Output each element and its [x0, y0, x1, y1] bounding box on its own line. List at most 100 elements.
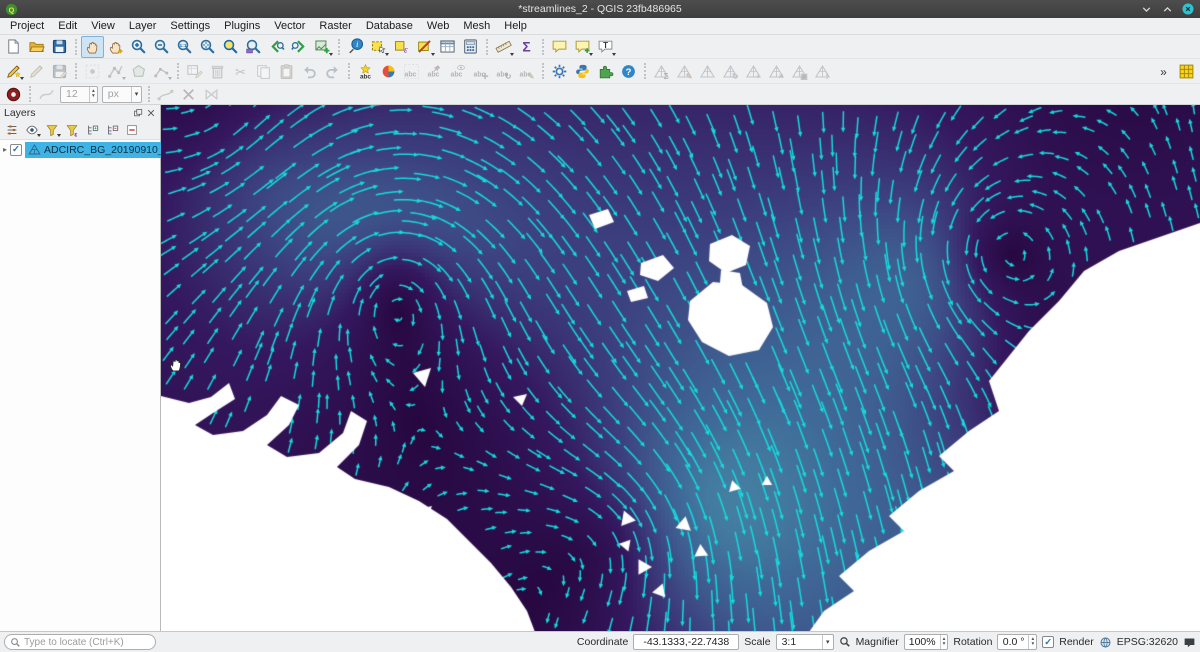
minimize-button[interactable]: [1139, 2, 1153, 16]
zoom-in-button[interactable]: [127, 36, 150, 58]
redo-button[interactable]: [321, 60, 344, 82]
rotation-spin-arrows[interactable]: [1028, 635, 1036, 649]
open-layer-styling-button[interactable]: [2, 122, 21, 139]
open-project-button[interactable]: [25, 36, 48, 58]
digitize-line-button[interactable]: [104, 60, 127, 82]
layer-diagram-button[interactable]: [377, 60, 400, 82]
new-project-button[interactable]: [2, 36, 25, 58]
rotation-spinbox[interactable]: 0.0 °: [997, 634, 1037, 650]
current-edits-button[interactable]: [2, 60, 25, 82]
mesh-reindex-button[interactable]: ✎: [673, 60, 696, 82]
select-features-button[interactable]: [367, 36, 390, 58]
toolbar-extension-button[interactable]: »: [1152, 60, 1175, 82]
layer-visibility-checkbox[interactable]: [10, 144, 22, 156]
filter-by-expression-button[interactable]: ε: [62, 122, 81, 139]
mesh-digitizing-toggle-button[interactable]: [1175, 60, 1198, 82]
new-annotation-button[interactable]: [571, 36, 594, 58]
pin-labels-button[interactable]: abc: [423, 60, 446, 82]
close-button[interactable]: [1181, 2, 1195, 16]
show-hide-labels-button[interactable]: abc: [446, 60, 469, 82]
zoom-to-layer-button[interactable]: [242, 36, 265, 58]
digitize-curve-button[interactable]: [154, 85, 177, 104]
processing-toolbox-button[interactable]: [548, 60, 571, 82]
undock-panel-icon[interactable]: [133, 108, 143, 118]
qgis-help-button[interactable]: ?: [617, 60, 640, 82]
vertex-tool-button[interactable]: [150, 60, 173, 82]
mesh-edit-button[interactable]: [696, 60, 719, 82]
zoom-next-button[interactable]: [288, 36, 311, 58]
plugin-manager-button[interactable]: [594, 60, 617, 82]
menu-settings[interactable]: Settings: [163, 19, 217, 33]
move-label-button[interactable]: abc✛: [469, 60, 492, 82]
expand-all-button[interactable]: [82, 122, 101, 139]
mesh-calculator-button[interactable]: Σ: [650, 60, 673, 82]
menu-plugins[interactable]: Plugins: [217, 19, 267, 33]
cut-features-button[interactable]: ✂: [229, 60, 252, 82]
zoom-full-button[interactable]: [196, 36, 219, 58]
crs-status[interactable]: EPSG:32620: [1117, 636, 1178, 648]
menu-database[interactable]: Database: [359, 19, 420, 33]
save-project-button[interactable]: [48, 36, 71, 58]
menu-help[interactable]: Help: [497, 19, 534, 33]
mesh-transform-button[interactable]: ↻: [719, 60, 742, 82]
font-unit-combobox[interactable]: px: [102, 86, 143, 103]
paste-features-button[interactable]: [275, 60, 298, 82]
menu-view[interactable]: View: [84, 19, 122, 33]
delete-selected-button[interactable]: [206, 60, 229, 82]
rotate-label-button[interactable]: abc↻: [492, 60, 515, 82]
scale-dropdown-icon[interactable]: [822, 635, 833, 649]
modify-attributes-button[interactable]: [183, 60, 206, 82]
statistical-summary-button[interactable]: Σ: [515, 36, 538, 58]
identify-features-button[interactable]: i: [344, 36, 367, 58]
menu-web[interactable]: Web: [420, 19, 456, 33]
zoom-to-selection-button[interactable]: [219, 36, 242, 58]
digitize-bowtie-button[interactable]: [200, 85, 223, 104]
magnifier-spin-arrows[interactable]: [940, 635, 948, 649]
metasearch-button[interactable]: [2, 85, 25, 104]
pan-to-selection-button[interactable]: [104, 36, 127, 58]
font-unit-dropdown-icon[interactable]: [131, 87, 142, 102]
font-size-spinbox[interactable]: 12: [60, 86, 98, 103]
layer-item[interactable]: ADCIRC_BG_20190910_1t: [0, 141, 160, 158]
zoom-native-button[interactable]: 1:1: [173, 36, 196, 58]
digitize-polygon-button[interactable]: [127, 60, 150, 82]
manage-map-themes-button[interactable]: [22, 122, 41, 139]
locate-input[interactable]: [24, 637, 150, 648]
maximize-button[interactable]: [1160, 2, 1174, 16]
mesh-select-button[interactable]: ▣: [788, 60, 811, 82]
collapse-all-button[interactable]: [102, 122, 121, 139]
expand-arrow-icon[interactable]: [3, 141, 7, 158]
deselect-features-button[interactable]: [413, 36, 436, 58]
measure-line-button[interactable]: [492, 36, 515, 58]
close-panel-icon[interactable]: [146, 108, 156, 118]
map-tips-button[interactable]: [548, 36, 571, 58]
digitize-remove-button[interactable]: [177, 85, 200, 104]
pan-map-button[interactable]: [81, 36, 104, 58]
zoom-out-button[interactable]: [150, 36, 173, 58]
digitize-point-button[interactable]: [81, 60, 104, 82]
layer-labeling-button[interactable]: abc: [354, 60, 377, 82]
undo-button[interactable]: [298, 60, 321, 82]
label-preview-button[interactable]: [35, 85, 58, 104]
text-annotation-button[interactable]: T: [594, 36, 617, 58]
scale-combo[interactable]: 3:1: [776, 634, 834, 650]
locate-search[interactable]: [4, 634, 156, 650]
python-console-button[interactable]: [571, 60, 594, 82]
field-calculator-button[interactable]: [459, 36, 482, 58]
save-layer-edits-button[interactable]: [48, 60, 71, 82]
coordinate-box[interactable]: -43.1333,-22.7438: [633, 634, 739, 650]
menu-edit[interactable]: Edit: [51, 19, 84, 33]
mesh-remove-button[interactable]: ×: [765, 60, 788, 82]
menu-raster[interactable]: Raster: [312, 19, 358, 33]
map-canvas[interactable]: [161, 105, 1200, 631]
zoom-last-button[interactable]: [265, 36, 288, 58]
new-map-view-button[interactable]: [311, 36, 334, 58]
render-checkbox[interactable]: [1042, 636, 1054, 648]
highlight-labels-button[interactable]: abc: [400, 60, 423, 82]
menu-vector[interactable]: Vector: [267, 19, 312, 33]
menu-layer[interactable]: Layer: [122, 19, 164, 33]
copy-features-button[interactable]: [252, 60, 275, 82]
messages-icon[interactable]: [1183, 636, 1196, 649]
select-by-expression-button[interactable]: ε: [390, 36, 413, 58]
mesh-add-vertex-button[interactable]: +: [742, 60, 765, 82]
